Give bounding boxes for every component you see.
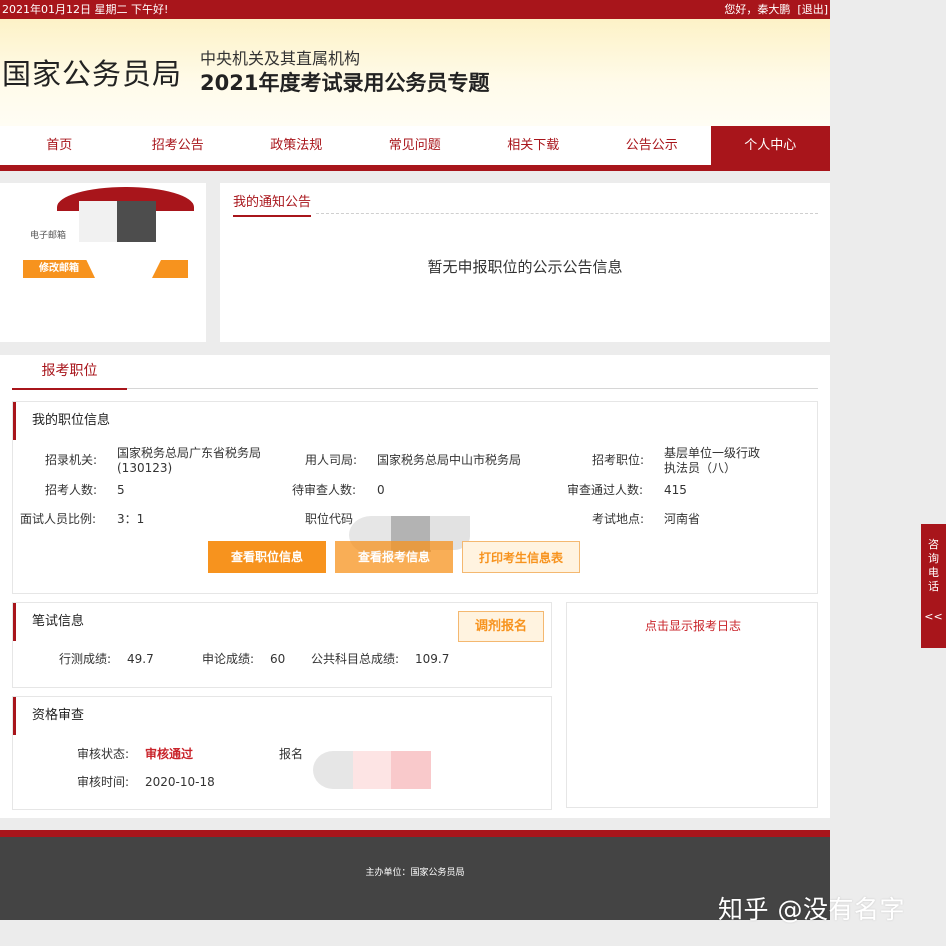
- tab-registered-position[interactable]: 报考职位: [12, 362, 127, 390]
- review-status-value: 审核通过: [145, 747, 194, 761]
- exam-location-label: 考试地点:: [592, 512, 645, 526]
- user-area: 您好，秦大鹏 [退出]: [724, 0, 828, 19]
- shenlun-label: 申论成绩:: [202, 652, 255, 666]
- notice-tab[interactable]: 我的通知公告: [233, 191, 312, 217]
- notice-panel: 我的通知公告 暂无申报职位的公示公告信息: [220, 183, 830, 342]
- registration-divider: [127, 388, 818, 389]
- main-area: 2021年01月12日 星期二 下午好! 您好，秦大鹏 [退出] 国家公务员局 …: [0, 0, 830, 946]
- nav-divider: [0, 165, 830, 171]
- interview-ratio-label: 面试人员比例:: [20, 512, 97, 526]
- greeting-text: 您好，秦大鹏: [724, 3, 791, 16]
- recruiting-org-value: 国家税务总局广东省税务局 (130123): [117, 446, 262, 475]
- employing-dept-value: 国家税务总局中山市税务局: [377, 453, 522, 467]
- position-label: 招考职位:: [592, 453, 645, 467]
- position-info-title: 我的职位信息: [13, 402, 110, 440]
- collapse-arrow-icon: <<: [924, 610, 943, 623]
- redacted-block: [313, 751, 353, 789]
- review-time-value: 2020-10-18: [145, 775, 215, 789]
- xingce-score: 49.7: [127, 652, 154, 666]
- nav-home[interactable]: 首页: [0, 126, 119, 165]
- quota-label: 招考人数:: [45, 483, 98, 497]
- total-score-label: 公共科目总成绩:: [311, 652, 400, 666]
- show-log-link[interactable]: 点击显示报考日志: [567, 617, 819, 634]
- written-exam-title: 笔试信息: [13, 603, 84, 641]
- view-position-button[interactable]: 查看职位信息: [208, 541, 326, 573]
- pending-label: 待审查人数:: [292, 483, 357, 497]
- redacted-block: [353, 751, 393, 789]
- registration-number-label: 报名: [279, 747, 304, 761]
- logout-link[interactable]: [退出]: [797, 3, 828, 16]
- employing-dept-label: 用人司局:: [305, 453, 358, 467]
- shenlun-score: 60: [270, 652, 286, 666]
- application-log-box: 点击显示报考日志: [566, 602, 818, 808]
- notice-divider: [316, 213, 818, 214]
- position-code-label: 职位代码: [305, 512, 354, 526]
- site-logo[interactable]: 国家公务员局: [2, 51, 182, 93]
- position-value: 基层单位一级行政 执法员（八）: [664, 446, 761, 475]
- header-subtitle: 中央机关及其直属机构: [200, 49, 361, 68]
- nav-public-notices[interactable]: 公告公示: [593, 126, 712, 165]
- quota-value: 5: [117, 483, 125, 497]
- review-status-label: 审核状态:: [77, 747, 130, 761]
- header-banner: 国家公务员局 中央机关及其直属机构 2021年度考试录用公务员专题: [0, 19, 830, 126]
- main-nav: 首页 招考公告 政策法规 常见问题 相关下载 公告公示 个人中心: [0, 126, 830, 165]
- qualification-review-box: 资格审查 审核状态: 审核通过 报名 审核时间: 2020-10-18: [12, 696, 552, 810]
- review-time-label: 审核时间:: [77, 775, 130, 789]
- pending-value: 0: [377, 483, 385, 497]
- recruiting-org-code: (130123): [117, 461, 173, 475]
- interview-ratio-value: 3：1: [117, 512, 145, 526]
- total-score: 109.7: [415, 652, 450, 666]
- adjust-registration-button[interactable]: 调剂报名: [458, 611, 544, 642]
- nav-policies[interactable]: 政策法规: [237, 126, 356, 165]
- exam-location-value: 河南省: [664, 512, 701, 526]
- footer-divider: [0, 830, 830, 837]
- profile-card: 电子邮箱 修改邮箱: [0, 183, 206, 342]
- nav-announcements[interactable]: 招考公告: [119, 126, 238, 165]
- top-bar: 2021年01月12日 星期二 下午好! 您好，秦大鹏 [退出]: [0, 0, 830, 19]
- recruiting-org-label: 招录机关:: [45, 453, 98, 467]
- nav-personal-center[interactable]: 个人中心: [711, 126, 830, 165]
- redacted-block: [117, 201, 156, 242]
- nav-faq[interactable]: 常见问题: [356, 126, 475, 165]
- nav-downloads[interactable]: 相关下载: [474, 126, 593, 165]
- position-info-box: 我的职位信息 招录机关: 国家税务总局广东省税务局 (130123) 用人司局:…: [12, 401, 818, 594]
- consult-phone-tab[interactable]: 咨询电话 <<: [921, 524, 946, 648]
- watermark: 知乎 @没有名字: [718, 895, 905, 924]
- qualification-title: 资格审查: [13, 697, 84, 735]
- written-exam-box: 笔试信息 调剂报名 行测成绩: 49.7 申论成绩: 60 公共科目总成绩: 1…: [12, 602, 552, 688]
- footer-host-text: 主办单位：国家公务员局: [365, 868, 465, 878]
- passed-value: 415: [664, 483, 687, 497]
- email-label: 电子邮箱: [30, 231, 67, 241]
- profile-action-button[interactable]: [152, 260, 188, 278]
- page: 2021年01月12日 星期二 下午好! 您好，秦大鹏 [退出] 国家公务员局 …: [0, 0, 946, 946]
- xingce-label: 行测成绩:: [59, 652, 112, 666]
- print-candidate-info-button[interactable]: 打印考生信息表: [462, 541, 580, 573]
- registration-section: 报考职位 我的职位信息 招录机关: 国家税务总局广东省税务局 (130123) …: [0, 355, 830, 818]
- notice-empty-message: 暂无申报职位的公示公告信息: [427, 258, 623, 276]
- consult-phone-label: 咨询电话: [928, 538, 939, 593]
- header-title: 2021年度考试录用公务员专题: [200, 71, 490, 95]
- modify-email-button[interactable]: 修改邮箱: [23, 260, 95, 278]
- footer: 主办单位：国家公务员局: [0, 837, 830, 920]
- date-text: 2021年01月12日 星期二 下午好!: [2, 3, 169, 16]
- view-application-button[interactable]: 查看报考信息: [335, 541, 453, 573]
- passed-label: 审查通过人数:: [567, 483, 644, 497]
- redacted-block: [391, 751, 431, 789]
- redacted-block: [79, 201, 117, 242]
